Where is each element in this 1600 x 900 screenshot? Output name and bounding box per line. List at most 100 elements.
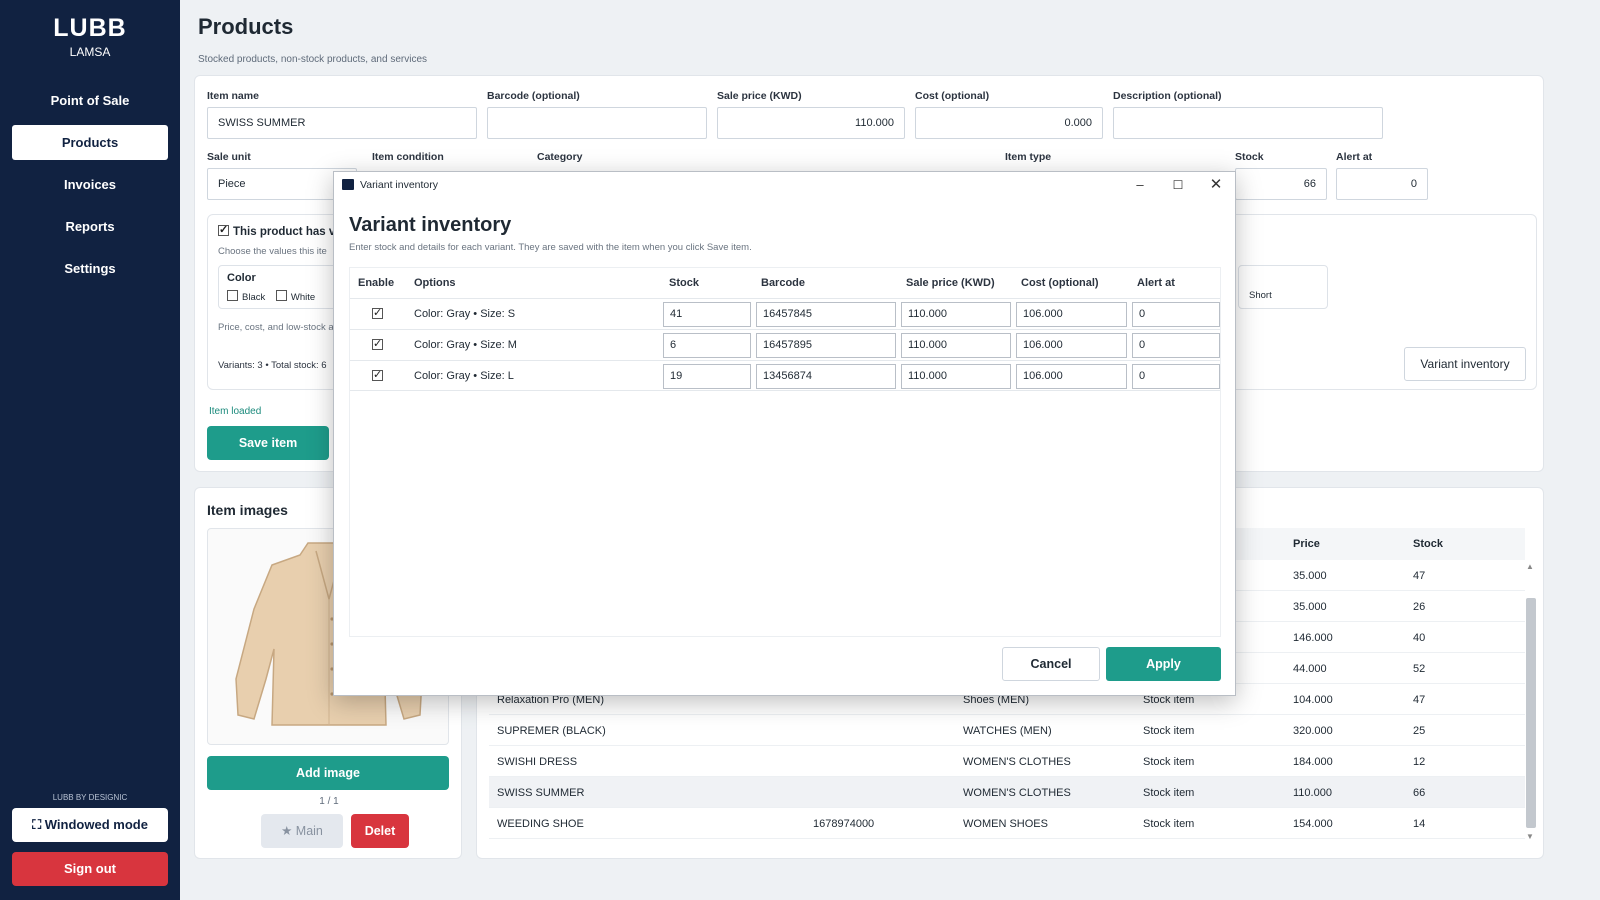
variants-hint: Choose the values this ite (218, 246, 327, 257)
column-header-stock[interactable]: Stock (1413, 528, 1443, 560)
cell-stock: 66 (1413, 787, 1426, 799)
brand-title: LUBB (53, 14, 127, 42)
table-row[interactable]: WEEDING SHOE 1678974000 WOMEN SHOES Stoc… (489, 808, 1525, 839)
scroll-down-icon[interactable]: ▼ (1526, 832, 1534, 841)
color-option-black-label: Black (242, 292, 266, 303)
dialog-subtitle: Enter stock and details for each variant… (349, 242, 752, 253)
variant-stock-input[interactable]: 19 (663, 364, 751, 389)
dialog-heading: Variant inventory (349, 214, 512, 236)
variant-alert-input[interactable]: 0 (1132, 302, 1220, 327)
variant-cost-input[interactable]: 106.000 (1016, 364, 1127, 389)
app-icon (342, 179, 354, 190)
barcode-label: Barcode (optional) (487, 90, 580, 102)
variant-stock-input[interactable]: 6 (663, 333, 751, 358)
cell-type: Stock item (1143, 725, 1195, 737)
add-image-button[interactable]: Add image (207, 756, 449, 790)
cell-type: Stock item (1143, 756, 1195, 768)
enable-variant-checkbox[interactable] (372, 368, 383, 381)
cell-category: WATCHES (MEN) (963, 725, 1052, 737)
barcode-input[interactable] (487, 107, 707, 139)
delete-image-button[interactable]: Delet (351, 814, 409, 848)
cell-price: 104.000 (1293, 694, 1333, 706)
variant-barcode-input[interactable]: 16457895 (756, 333, 896, 358)
dialog-window-title: Variant inventory (360, 179, 439, 191)
cost-input[interactable]: 0.000 (915, 107, 1103, 139)
variant-barcode-input[interactable]: 16457845 (756, 302, 896, 327)
cell-name: SWISHI DRESS (497, 756, 578, 768)
apply-button[interactable]: Apply (1106, 647, 1221, 681)
variant-stock-input[interactable]: 41 (663, 302, 751, 327)
column-header-stock: Stock (669, 277, 699, 289)
close-icon[interactable]: ✕ (1201, 175, 1231, 195)
maximize-icon[interactable]: ☐ (1163, 175, 1193, 195)
status-text: Item loaded (209, 406, 262, 417)
sidebar-item-products[interactable]: Products (12, 125, 168, 160)
cell-stock: 52 (1413, 663, 1426, 675)
sidebar-item-settings[interactable]: Settings (12, 251, 168, 286)
scroll-up-icon[interactable]: ▲ (1526, 562, 1534, 571)
checkbox-icon (275, 290, 287, 301)
column-header-alert: Alert at (1137, 277, 1175, 289)
variant-sale-price-input[interactable]: 110.000 (901, 333, 1011, 358)
variant-alert-input[interactable]: 0 (1132, 333, 1220, 358)
has-variants-checkbox[interactable]: This product has va (218, 223, 342, 238)
sidebar-item-reports[interactable]: Reports (12, 209, 168, 244)
cell-stock: 12 (1413, 756, 1426, 768)
cell-category: WOMEN'S CLOTHES (963, 787, 1071, 799)
variant-inventory-dialog: Variant inventory – ☐ ✕ Variant inventor… (333, 171, 1236, 696)
cell-price: 35.000 (1293, 570, 1327, 582)
stock-input[interactable]: 66 (1235, 168, 1327, 200)
item-name-label: Item name (207, 90, 259, 102)
variant-sale-price-input[interactable]: 110.000 (901, 302, 1011, 327)
sidebar-footer: LUBB BY DESIGNIC ⛶ Windowed mode Sign ou… (0, 793, 180, 900)
set-main-image-button[interactable]: ★ Main (261, 814, 343, 848)
variant-sale-price-input[interactable]: 110.000 (901, 364, 1011, 389)
color-title: Color (227, 272, 256, 284)
windowed-mode-button[interactable]: ⛶ Windowed mode (12, 808, 168, 842)
cell-stock: 47 (1413, 570, 1426, 582)
variant-inventory-button[interactable]: Variant inventory (1404, 347, 1526, 381)
column-header-sale-price: Sale price (KWD) (906, 277, 995, 289)
cell-price: 44.000 (1293, 663, 1327, 675)
item-type-label: Item type (1005, 151, 1052, 163)
cell-stock: 14 (1413, 818, 1426, 830)
page-title: Products (198, 14, 294, 39)
cell-category: WOMEN SHOES (963, 818, 1048, 830)
cell-price: 110.000 (1293, 787, 1332, 799)
variant-alert-input[interactable]: 0 (1132, 364, 1220, 389)
brand-subtitle: LAMSA (69, 45, 111, 59)
stock-label: Stock (1235, 151, 1264, 163)
column-header-price[interactable]: Price (1293, 528, 1320, 560)
table-row-selected[interactable]: SWISS SUMMER WOMEN'S CLOTHES Stock item … (489, 777, 1525, 808)
size-option-short[interactable]: Short (1249, 290, 1272, 301)
brand: LUBB LAMSA (0, 0, 180, 59)
cell-stock: 25 (1413, 725, 1426, 737)
variant-cost-input[interactable]: 106.000 (1016, 302, 1127, 327)
list-scrollbar[interactable]: ▲ ▼ (1525, 560, 1537, 843)
sidebar-item-point-of-sale[interactable]: Point of Sale (12, 83, 168, 118)
table-row[interactable]: SWISHI DRESS WOMEN'S CLOTHES Stock item … (489, 746, 1525, 777)
credit-text: LUBB BY DESIGNIC (52, 793, 128, 802)
color-option-black[interactable]: Black (227, 290, 266, 303)
variant-cost-input[interactable]: 106.000 (1016, 333, 1127, 358)
sidebar-item-invoices[interactable]: Invoices (12, 167, 168, 202)
variant-barcode-input[interactable]: 13456874 (756, 364, 896, 389)
enable-variant-checkbox[interactable] (372, 306, 383, 319)
cell-stock: 40 (1413, 632, 1426, 644)
table-row[interactable]: SUPREMER (BLACK) WATCHES (MEN) Stock ite… (489, 715, 1525, 746)
color-option-white[interactable]: White (275, 290, 315, 303)
save-item-button[interactable]: Save item (207, 426, 329, 460)
alert-at-input[interactable]: 0 (1336, 168, 1428, 200)
item-name-input[interactable]: SWISS SUMMER (207, 107, 477, 139)
cancel-button[interactable]: Cancel (1002, 647, 1100, 681)
variant-row: Color: Gray • Size: S 41 16457845 110.00… (350, 298, 1220, 329)
minimize-icon[interactable]: – (1125, 175, 1155, 195)
column-header-options: Options (414, 277, 456, 289)
description-input[interactable] (1113, 107, 1383, 139)
sale-price-input[interactable]: 110.000 (717, 107, 905, 139)
cell-name: WEEDING SHOE (497, 818, 584, 830)
scroll-thumb[interactable] (1526, 598, 1536, 828)
enable-variant-checkbox[interactable] (372, 337, 383, 350)
sign-out-button[interactable]: Sign out (12, 852, 168, 886)
variant-options: Color: Gray • Size: L (414, 370, 514, 382)
